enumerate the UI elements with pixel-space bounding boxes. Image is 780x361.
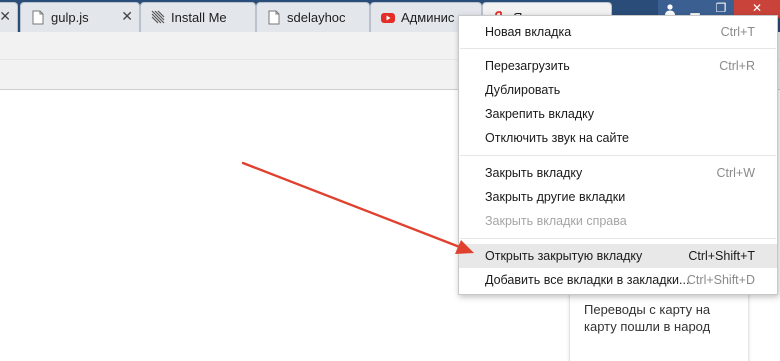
tab-close-icon[interactable]: ✕: [121, 8, 133, 25]
tab-title: sdelayhoc: [287, 10, 346, 25]
menu-separator: [460, 155, 776, 156]
browser-window: ✕ gulp.js ✕ Install Me sdelayhoc Админис…: [0, 0, 780, 361]
meteor-logo-icon: [151, 10, 165, 24]
menu-item-label: Закрыть другие вкладки: [485, 190, 626, 204]
news-card-text: Переводы с карту на карту пошли в народ: [584, 302, 711, 334]
menu-item-shortcut: Ctrl+W: [716, 166, 755, 180]
menu-item-label: Закрыть вкладку: [485, 166, 583, 180]
tab-install-meteor[interactable]: Install Me: [140, 2, 256, 32]
menu-item-label: Отключить звук на сайте: [485, 131, 629, 145]
menu-item-close-other-tabs[interactable]: Закрыть другие вкладки: [459, 185, 777, 209]
menu-item-close-tab[interactable]: Закрыть вкладку Ctrl+W: [459, 161, 777, 185]
menu-item-reopen-closed-tab[interactable]: Открыть закрытую вкладку Ctrl+Shift+T: [459, 244, 777, 268]
menu-item-shortcut: Ctrl+Shift+T: [688, 249, 755, 263]
menu-item-shortcut: Ctrl+T: [720, 25, 755, 39]
menu-item-label: Перезагрузить: [485, 59, 570, 73]
tab-1[interactable]: ✕: [0, 2, 18, 32]
menu-item-label: Открыть закрытую вкладку: [485, 249, 643, 263]
menu-item-label: Закрепить вкладку: [485, 107, 594, 121]
menu-item-bookmark-all-tabs[interactable]: Добавить все вкладки в закладки... Ctrl+…: [459, 268, 777, 292]
menu-item-new-tab[interactable]: Новая вкладка Ctrl+T: [459, 20, 777, 44]
menu-item-shortcut: Ctrl+Shift+D: [686, 273, 755, 287]
tab-close-icon[interactable]: ✕: [0, 8, 11, 25]
tab-title: Install Me: [171, 10, 227, 25]
menu-item-pin-tab[interactable]: Закрепить вкладку: [459, 102, 777, 126]
tab-gulp[interactable]: gulp.js ✕: [20, 2, 140, 32]
document-icon: [268, 10, 280, 25]
menu-item-close-tabs-right: Закрыть вкладки справа: [459, 209, 777, 233]
tab-context-menu: Новая вкладка Ctrl+T Перезагрузить Ctrl+…: [458, 15, 778, 295]
menu-item-mute-site[interactable]: Отключить звук на сайте: [459, 126, 777, 150]
menu-item-label: Дублировать: [485, 83, 561, 97]
menu-separator: [460, 48, 776, 49]
menu-item-label: Добавить все вкладки в закладки...: [485, 273, 690, 287]
document-icon: [32, 10, 44, 25]
news-card[interactable]: Переводы с карту на карту пошли в народ: [569, 290, 749, 361]
menu-item-label: Закрыть вкладки справа: [485, 214, 627, 228]
menu-separator: [460, 238, 776, 239]
menu-item-duplicate[interactable]: Дублировать: [459, 78, 777, 102]
tab-title: gulp.js: [51, 10, 89, 25]
menu-item-label: Новая вкладка: [485, 25, 572, 39]
menu-item-reload[interactable]: Перезагрузить Ctrl+R: [459, 54, 777, 78]
tab-sdelayhoc[interactable]: sdelayhoc: [256, 2, 370, 32]
menu-item-shortcut: Ctrl+R: [719, 59, 755, 73]
youtube-icon: [381, 13, 395, 23]
